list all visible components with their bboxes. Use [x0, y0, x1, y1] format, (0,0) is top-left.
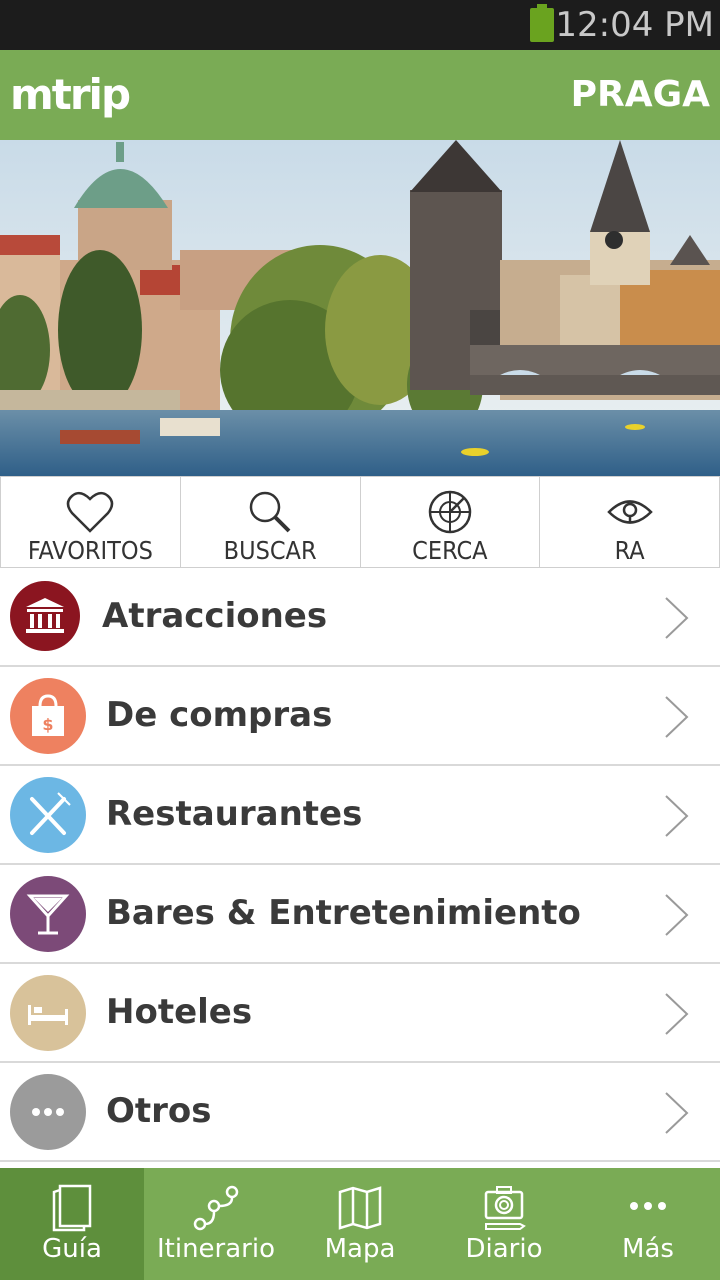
others-label: Otros: [106, 1091, 212, 1131]
guide-book-icon: [52, 1184, 92, 1232]
attractions-label: Atracciones: [102, 596, 328, 636]
radar-icon: [428, 490, 472, 534]
city-name[interactable]: PRAGA: [571, 70, 710, 120]
tab-more[interactable]: Más: [576, 1168, 720, 1280]
restaurants-icon-circle: [10, 777, 86, 853]
nearby-button[interactable]: CERCA: [361, 477, 541, 567]
search-icon: [249, 491, 291, 533]
attractions-icon-circle: [10, 581, 80, 651]
bars-entertainment-label: Bares & Entretenimiento: [106, 893, 581, 933]
hotels-icon-circle: [10, 975, 86, 1051]
bars-icon-circle: [10, 876, 86, 952]
nearby-label: CERCA: [412, 536, 488, 565]
tab-map[interactable]: Mapa: [288, 1168, 432, 1280]
shopping-label: De compras: [106, 695, 333, 735]
favorites-button[interactable]: FAVORITOS: [0, 477, 181, 567]
more-dots-icon: [630, 1202, 666, 1210]
svg-text:$: $: [42, 715, 53, 734]
bottom-tab-bar: Guía Itinerario Mapa Diario Más: [0, 1168, 720, 1280]
status-bar: 12:04 PM: [0, 0, 720, 50]
search-label: BUSCAR: [223, 536, 317, 565]
map-icon: [338, 1186, 382, 1230]
hotels-label: Hoteles: [106, 992, 253, 1032]
tab-map-label: Mapa: [324, 1234, 396, 1264]
chevron-right-icon: [665, 597, 689, 639]
more-dots-icon: [32, 1108, 64, 1116]
battery-icon: [530, 4, 554, 42]
route-icon: [193, 1185, 239, 1231]
tab-guide-label: Guía: [42, 1234, 102, 1264]
hero-city-image: [0, 140, 720, 476]
list-item-others[interactable]: Otros: [0, 1063, 720, 1162]
heart-icon: [67, 491, 114, 533]
quick-action-bar: FAVORITOS BUSCAR CERCA RA: [0, 476, 720, 568]
list-item-bars-entertainment[interactable]: Bares & Entretenimiento: [0, 865, 720, 964]
list-item-attractions[interactable]: Atracciones: [0, 568, 720, 667]
chevron-right-icon: [665, 894, 689, 936]
chevron-right-icon: [665, 993, 689, 1035]
restaurants-label: Restaurantes: [106, 794, 363, 834]
cocktail-icon: [26, 894, 70, 935]
eye-icon: [606, 500, 653, 524]
augmented-reality-label: RA: [614, 536, 645, 565]
status-time: 12:04 PM: [555, 5, 714, 45]
tab-itinerary-label: Itinerario: [156, 1234, 275, 1264]
camera-icon: [484, 1186, 526, 1230]
favorites-label: FAVORITOS: [27, 536, 153, 565]
others-icon-circle: [10, 1074, 86, 1150]
tab-diary[interactable]: Diario: [432, 1168, 576, 1280]
list-item-hotels[interactable]: Hoteles: [0, 964, 720, 1063]
tab-guide[interactable]: Guía: [0, 1168, 144, 1280]
search-button[interactable]: BUSCAR: [181, 477, 361, 567]
augmented-reality-button[interactable]: RA: [540, 477, 720, 567]
shopping-bag-icon: $: [32, 694, 64, 736]
chevron-right-icon: [665, 795, 689, 837]
app-logo: mtrip: [10, 70, 131, 119]
fork-knife-icon: [30, 792, 71, 835]
chevron-right-icon: [665, 696, 689, 738]
category-list: Atracciones $ De compras Restaurantes Ba…: [0, 568, 720, 1162]
list-item-shopping[interactable]: $ De compras: [0, 667, 720, 766]
list-item-restaurants[interactable]: Restaurantes: [0, 766, 720, 865]
shopping-icon-circle: $: [10, 678, 86, 754]
bed-icon: [28, 1005, 68, 1025]
tab-itinerary[interactable]: Itinerario: [144, 1168, 288, 1280]
tab-diary-label: Diario: [465, 1234, 543, 1264]
app-header: mtrip PRAGA: [0, 50, 720, 140]
tab-more-label: Más: [622, 1234, 674, 1264]
chevron-right-icon: [665, 1092, 689, 1134]
museum-icon: [26, 598, 64, 633]
